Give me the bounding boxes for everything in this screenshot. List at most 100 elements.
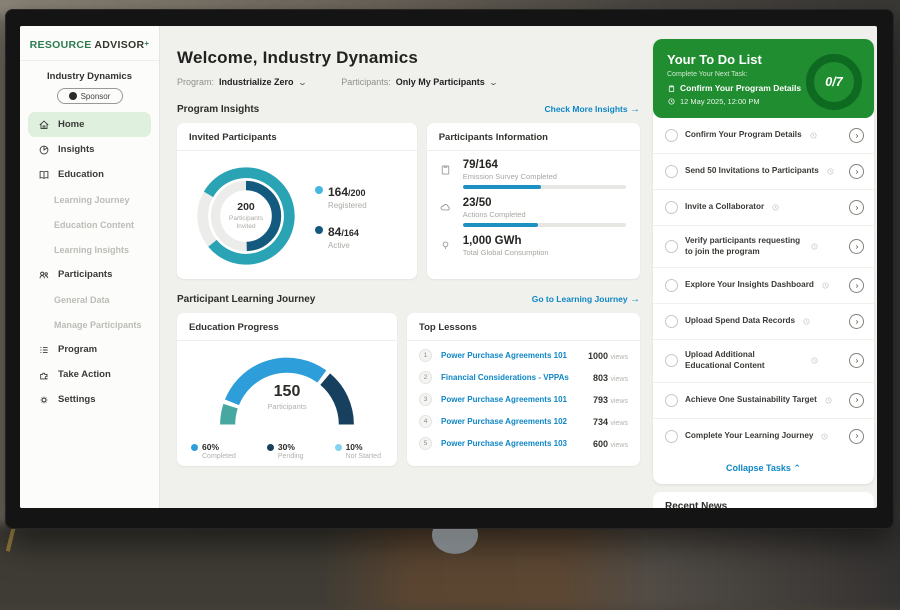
pending-dot-icon: [267, 444, 274, 451]
task-open-button[interactable]: [849, 314, 864, 329]
lesson-row[interactable]: 5 Power Purchase Agreements 103 600 view…: [407, 432, 640, 454]
task-row[interactable]: Achieve One Sustainability Target: [653, 383, 874, 419]
chevron-right-icon: [853, 396, 861, 404]
check-more-insights-link[interactable]: Check More Insights →: [544, 104, 640, 115]
lesson-link[interactable]: Power Purchase Agreements 102: [441, 417, 567, 426]
logo-plus: +: [144, 39, 149, 48]
task-checkbox[interactable]: [665, 165, 678, 178]
legend-completed: 60% Completed: [191, 442, 236, 460]
sponsor-label: Sponsor: [81, 92, 111, 101]
sidebar-item-general-data[interactable]: General Data: [20, 287, 159, 312]
go-to-learning-journey-link[interactable]: Go to Learning Journey →: [532, 294, 640, 305]
lesson-row[interactable]: 3 Power Purchase Agreements 101 793 view…: [407, 388, 640, 410]
home-icon: [38, 119, 50, 131]
task-checkbox[interactable]: [665, 394, 678, 407]
insights-icon: [38, 144, 50, 156]
participants-filter-label: Participants:: [341, 77, 391, 87]
sidebar-item-education[interactable]: Education: [20, 162, 159, 187]
sidebar-item-take-action[interactable]: Take Action: [20, 362, 159, 387]
info-label: Total Global Consumption: [463, 248, 626, 257]
lesson-number: 4: [419, 415, 432, 428]
sidebar-item-label: Insights: [58, 144, 94, 155]
sidebar-item-label: Home: [58, 119, 84, 130]
task-row[interactable]: Invite a Collaborator: [653, 190, 874, 226]
task-checkbox[interactable]: [665, 201, 678, 214]
task-open-button[interactable]: [849, 278, 864, 293]
sidebar-item-settings[interactable]: Settings: [20, 387, 159, 412]
task-row[interactable]: Confirm Your Program Details: [653, 118, 874, 154]
task-checkbox[interactable]: [665, 430, 678, 443]
participants-filter[interactable]: Participants:Only My Participants⌄: [341, 77, 496, 87]
logo-text-secondary: ADVISOR: [94, 39, 144, 51]
sidebar-item-insights[interactable]: Insights: [20, 137, 159, 162]
take-action-icon: [38, 369, 50, 381]
chevron-down-icon[interactable]: ⌄: [488, 78, 498, 87]
clock-icon: [667, 97, 676, 106]
task-checkbox[interactable]: [665, 354, 678, 367]
task-checkbox[interactable]: [665, 279, 678, 292]
task-open-button[interactable]: [849, 429, 864, 444]
program-filter[interactable]: Program:Industrialize Zero⌄: [177, 77, 305, 87]
gauge-center-value: 150: [207, 383, 367, 401]
chevron-down-icon[interactable]: ⌄: [297, 78, 307, 87]
task-row[interactable]: Upload Additional Educational Content: [653, 340, 874, 382]
sponsor-badge[interactable]: Sponsor: [57, 88, 123, 104]
lesson-link[interactable]: Financial Considerations - VPPAs: [441, 373, 569, 382]
task-row[interactable]: Explore Your Insights Dashboard: [653, 268, 874, 304]
task-row[interactable]: Verify participants requesting to join t…: [653, 226, 874, 268]
chevron-up-icon: ⌃: [793, 463, 801, 473]
task-row[interactable]: Complete Your Learning Journey: [653, 419, 874, 454]
card-title: Invited Participants: [177, 123, 417, 151]
task-checkbox[interactable]: [665, 240, 678, 253]
task-checkbox[interactable]: [665, 129, 678, 142]
task-row[interactable]: Send 50 Invitations to Participants: [653, 154, 874, 190]
sidebar-item-learning-insights[interactable]: Learning Insights: [20, 237, 159, 262]
lesson-number: 1: [419, 349, 432, 362]
task-label: Explore Your Insights Dashboard: [685, 280, 814, 291]
donut-center-label: ParticipantsInvited: [229, 215, 263, 232]
todo-due-date: 12 May 2025, 12:00 PM: [680, 97, 760, 106]
lesson-row[interactable]: 4 Power Purchase Agreements 102 734 view…: [407, 410, 640, 432]
lesson-link[interactable]: Power Purchase Agreements 103: [441, 439, 567, 448]
task-open-button[interactable]: [849, 164, 864, 179]
lesson-views: 600: [593, 439, 608, 449]
program-filter-label: Program:: [177, 77, 214, 87]
app-logo: RESOURCE ADVISOR+: [20, 26, 159, 61]
sidebar-item-education-content[interactable]: Education Content: [20, 212, 159, 237]
task-open-button[interactable]: [849, 239, 864, 254]
sidebar-item-learning-journey[interactable]: Learning Journey: [20, 187, 159, 212]
sidebar: RESOURCE ADVISOR+ Industry Dynamics Spon…: [20, 26, 160, 508]
lesson-views: 803: [593, 373, 608, 383]
task-open-button[interactable]: [849, 353, 864, 368]
task-label: Invite a Collaborator: [685, 202, 764, 213]
page-title: Welcome, Industry Dynamics: [177, 48, 640, 68]
education-legend: 60% Completed 30% Pending 10% Not Starte…: [177, 436, 397, 460]
lesson-number: 2: [419, 371, 432, 384]
sidebar-item-label: Education Content: [54, 220, 134, 230]
sidebar-item-label: Program: [58, 344, 97, 355]
collapse-tasks-link[interactable]: Collapse Tasks ⌃: [653, 454, 874, 484]
lesson-link[interactable]: Power Purchase Agreements 101: [441, 395, 567, 404]
sidebar-item-program[interactable]: Program: [20, 337, 159, 362]
task-label: Complete Your Learning Journey: [685, 431, 813, 442]
lesson-row[interactable]: 2 Financial Considerations - VPPAs 803 v…: [407, 366, 640, 388]
education-gauge-chart: 150 Participants: [207, 349, 367, 436]
sidebar-item-manage-participants[interactable]: Manage Participants: [20, 312, 159, 337]
sidebar-item-participants[interactable]: Participants: [20, 262, 159, 287]
clipboard-icon: [667, 84, 676, 93]
lesson-link[interactable]: Power Purchase Agreements 101: [441, 351, 567, 360]
task-open-button[interactable]: [849, 200, 864, 215]
task-open-button[interactable]: [849, 128, 864, 143]
logo-text-primary: RESOURCE: [30, 39, 92, 51]
completed-dot-icon: [191, 444, 198, 451]
task-row[interactable]: Upload Spend Data Records: [653, 304, 874, 340]
lesson-row[interactable]: 1 Power Purchase Agreements 101 1000 vie…: [407, 344, 640, 366]
section-title-program-insights: Program Insights: [177, 104, 259, 115]
arrow-right-icon: →: [630, 294, 640, 305]
task-checkbox[interactable]: [665, 315, 678, 328]
participants-icon: [38, 269, 50, 281]
bulb-icon: [439, 239, 452, 252]
card-title: Participants Information: [427, 123, 640, 151]
task-open-button[interactable]: [849, 393, 864, 408]
sidebar-item-home[interactable]: Home: [28, 112, 151, 137]
